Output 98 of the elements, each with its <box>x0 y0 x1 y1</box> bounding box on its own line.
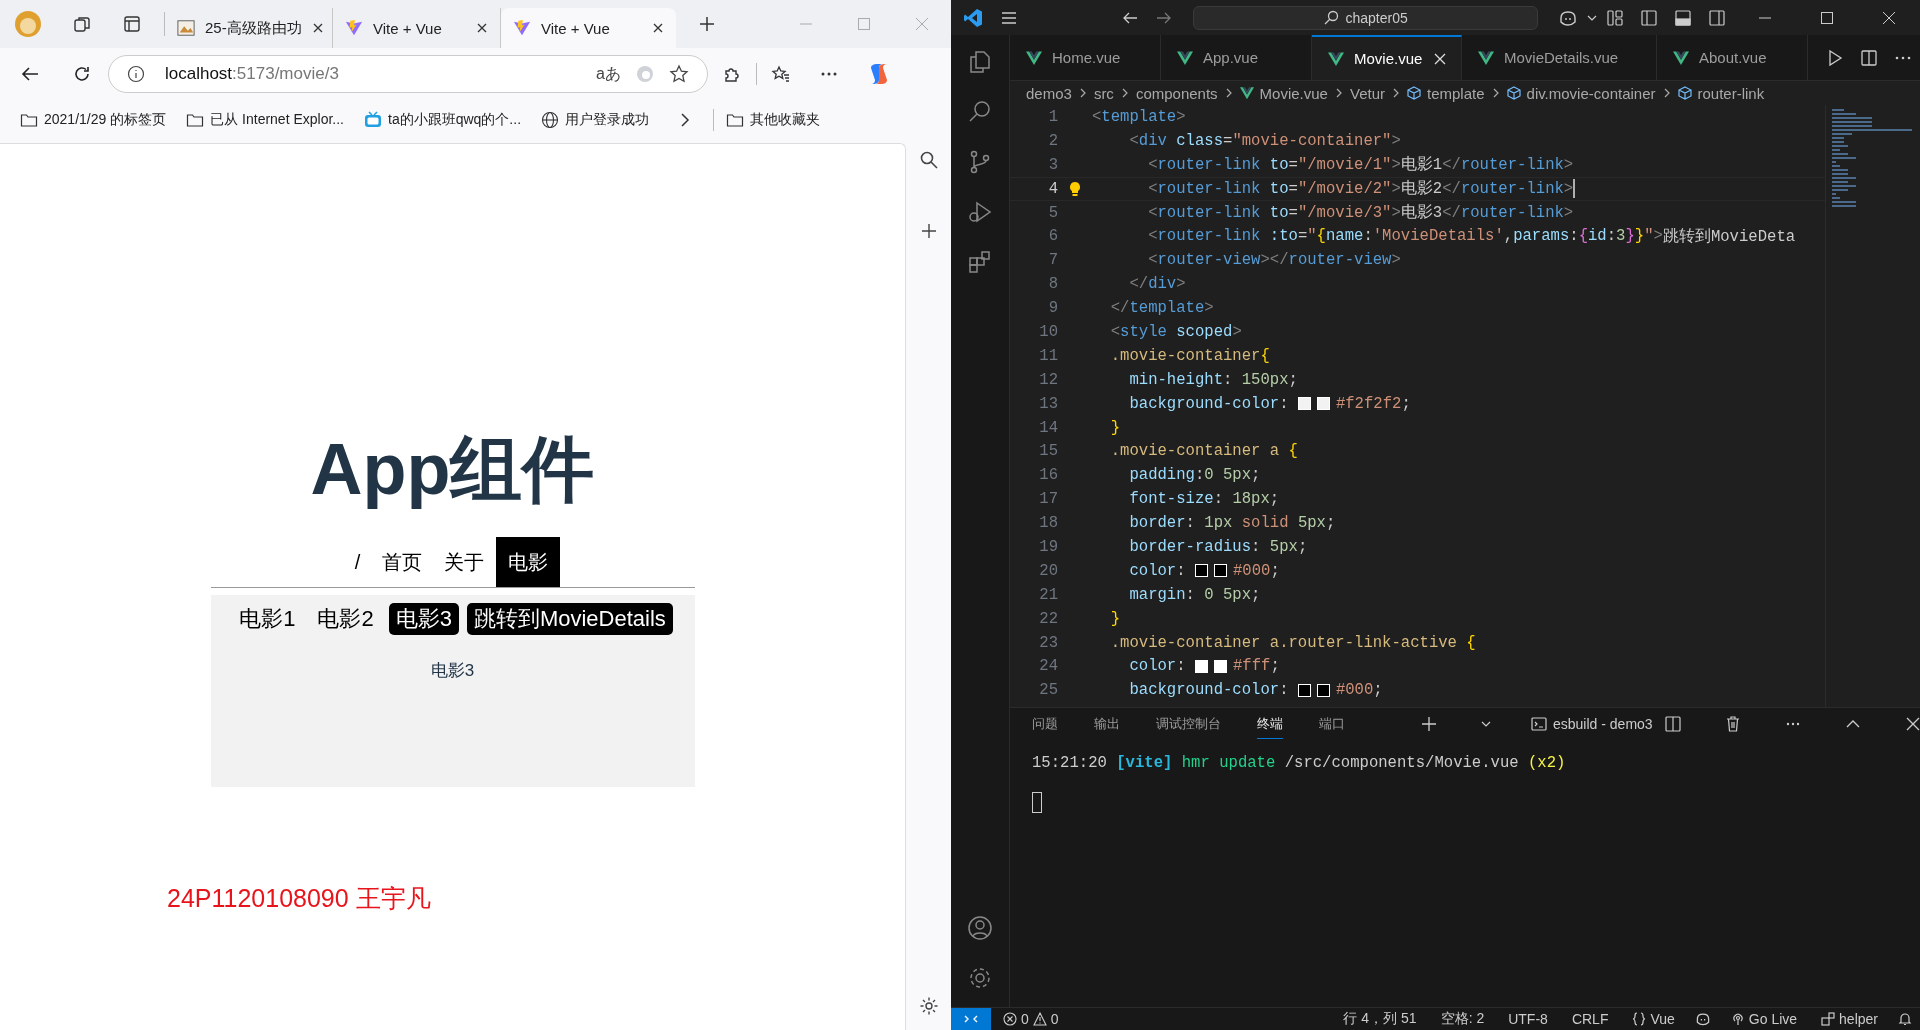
code-line: color: #fff; <box>1128 657 1280 676</box>
code-line: <router-link to="/movie/3">电影3</router-link> <box>1147 202 1574 223</box>
bookmark-item[interactable]: 2021/1/29 的标签页 <box>12 111 175 129</box>
line-number: 5 <box>1047 203 1058 222</box>
terminal-line: 15:21:20 [vite] hmr update /src/components/Movie.vue (x2) <box>1032 754 1567 772</box>
address-field[interactable]: localhost:5173/movie/3 aあ <box>108 55 708 93</box>
line-number: 23 <box>1038 633 1058 652</box>
student-id-text: 24P1120108090 王宇凡 <box>167 883 431 915</box>
code-line: </div> <box>1128 275 1186 294</box>
breadcrumb-item[interactable]: router-link <box>1697 84 1765 102</box>
code-line: <router-view></router-view> <box>1147 251 1401 270</box>
code-line: .movie-container a.router-link-active { <box>1109 633 1476 652</box>
code-line: <template> <box>1092 107 1186 126</box>
editor-tab[interactable]: MovieDetails.vue <box>1462 35 1657 80</box>
bookmark-item[interactable]: 其他收藏夹 <box>718 111 829 129</box>
terminal-selector[interactable]: esbuild - demo3 <box>1531 716 1653 732</box>
line-number: 4 <box>1047 179 1058 198</box>
code-line: min-height: 150px; <box>1128 370 1298 389</box>
panel-tab[interactable]: 端口 <box>1319 709 1345 739</box>
line-number: 8 <box>1047 275 1058 294</box>
nav-link[interactable]: 首页 <box>372 537 433 588</box>
code-line: margin: 0 5px; <box>1128 585 1261 604</box>
editor-tab[interactable]: Movie.vue <box>1312 35 1462 80</box>
encoding-status[interactable]: UTF-8 <box>1496 1011 1560 1027</box>
code-line: font-size: 18px; <box>1128 490 1280 509</box>
line-number: 17 <box>1038 490 1058 509</box>
line-number: 21 <box>1038 585 1058 604</box>
go-live-button[interactable]: Go Live <box>1718 1011 1810 1027</box>
line-number: 13 <box>1038 394 1058 413</box>
editor-tab[interactable]: About.vue <box>1657 35 1808 80</box>
code-line: .movie-container a { <box>1109 442 1298 461</box>
code-line: <style scoped> <box>1109 322 1242 341</box>
code-line: border-radius: 5px; <box>1128 537 1308 556</box>
line-number: 7 <box>1047 251 1058 270</box>
browser-tab[interactable]: Vite + Vue <box>501 8 676 48</box>
line-number: 16 <box>1038 466 1058 485</box>
line-number: 12 <box>1038 370 1058 389</box>
code-line: padding:0 5px; <box>1128 466 1261 485</box>
line-number: 6 <box>1047 227 1058 246</box>
code-line: <router-link to="/movie/2">电影2</router-link> <box>1147 178 1576 200</box>
code-line: } <box>1109 418 1121 437</box>
page-title: App组件 <box>310 430 595 510</box>
code-line: background-color: #000; <box>1128 681 1383 700</box>
movie-link[interactable]: 电影3 <box>388 603 459 636</box>
breadcrumb-item[interactable]: Vetur <box>1349 84 1385 102</box>
movie-link[interactable]: 跳转到MovieDetails <box>466 603 673 636</box>
line-number: 10 <box>1038 322 1058 341</box>
line-number: 11 <box>1038 346 1058 365</box>
code-line: <router-link :to="{name:'MovieDetails',params:{id:3}}">跳转到MovieDeta <box>1147 226 1796 247</box>
bookmark-item[interactable]: 已从 Internet Explor... <box>178 111 352 129</box>
problems-status[interactable]: 0 0 <box>991 1011 1071 1027</box>
nav-link[interactable]: 电影 <box>496 537 561 588</box>
code-line: color: #000; <box>1128 561 1280 580</box>
cursor-position[interactable]: 行 4，列 51 <box>1331 1010 1429 1028</box>
panel-tab[interactable]: 调试控制台 <box>1156 709 1221 739</box>
code-line: <router-link to="/movie/1">电影1</router-link> <box>1147 154 1574 176</box>
line-number: 18 <box>1038 514 1058 533</box>
line-number: 20 <box>1038 561 1058 580</box>
panel-tab[interactable]: 问题 <box>1032 709 1058 739</box>
line-number: 22 <box>1038 609 1058 628</box>
code-line: <div class="movie-container"> <box>1128 131 1401 150</box>
panel-tab[interactable]: 输出 <box>1094 709 1120 739</box>
bookmark-item[interactable]: ta的小跟班qwq的个... <box>356 111 530 129</box>
url-text: localhost:5173/movie/3 <box>165 64 339 84</box>
panel-tab[interactable]: 终端 <box>1257 709 1283 739</box>
code-line: .movie-container{ <box>1109 346 1270 365</box>
line-number: 19 <box>1038 537 1058 556</box>
editor-tab[interactable]: Home.vue <box>1010 35 1161 80</box>
line-number: 9 <box>1047 299 1058 318</box>
line-number: 2 <box>1047 131 1058 150</box>
breadcrumb-item[interactable]: src <box>1093 84 1114 102</box>
movie-link[interactable]: 电影1 <box>232 603 303 636</box>
command-search-field[interactable]: chapter05 <box>1193 5 1538 30</box>
line-number: 24 <box>1038 657 1058 676</box>
nav-link[interactable]: / <box>344 537 371 588</box>
line-number: 25 <box>1038 681 1058 700</box>
line-ending-status[interactable]: CRLF <box>1559 1011 1621 1027</box>
breadcrumb-item[interactable]: div.movie-container <box>1526 84 1656 102</box>
code-line: </template> <box>1109 299 1214 318</box>
breadcrumb-item[interactable]: Movie.vue <box>1259 84 1328 102</box>
nav-link[interactable]: 关于 <box>434 537 495 588</box>
language-mode[interactable]: Vue <box>1620 1011 1687 1027</box>
code-line: border: 1px solid 5px; <box>1128 514 1336 533</box>
bookmark-item[interactable]: 用户登录成功 <box>533 111 658 129</box>
breadcrumb-item[interactable]: components <box>1135 84 1218 102</box>
breadcrumb-item[interactable]: template <box>1427 84 1485 102</box>
line-number: 14 <box>1038 418 1058 437</box>
line-number: 15 <box>1038 442 1058 461</box>
movie-link[interactable]: 电影2 <box>310 603 381 636</box>
helper-status[interactable]: helper <box>1809 1011 1890 1027</box>
movie-view-text: 电影3 <box>430 660 475 683</box>
code-line: background-color: #f2f2f2; <box>1128 394 1411 413</box>
line-number: 1 <box>1047 107 1058 126</box>
breadcrumb-item[interactable]: demo3 <box>1026 84 1072 102</box>
line-number: 3 <box>1047 155 1058 174</box>
indentation-status[interactable]: 空格: 2 <box>1428 1010 1497 1028</box>
code-line: } <box>1109 609 1121 628</box>
read-aloud-button[interactable]: aあ <box>596 63 621 85</box>
